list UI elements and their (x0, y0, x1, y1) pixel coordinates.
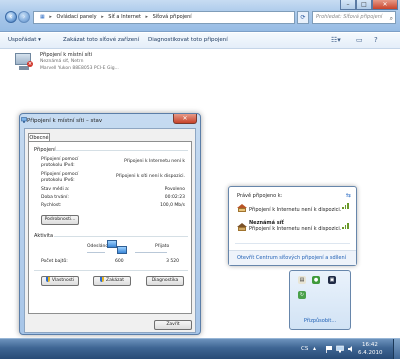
breadcrumb-network-internet[interactable]: Síť a Internet (108, 14, 141, 20)
signal-icon (342, 202, 350, 209)
organize-menu[interactable]: Uspořádat ▾ (8, 37, 41, 43)
bytes-sent-value: 600 (115, 259, 124, 264)
duration-label: Doba trvání: (41, 195, 69, 200)
adapter-item[interactable]: × Připojení k místní síti Neznámá síť, N… (13, 52, 119, 74)
ipv6-value: Připojeni k síti není k dispozici. (116, 174, 185, 179)
clock-time[interactable]: 16:42 (362, 342, 378, 348)
dialog-title: Připojení k místní síti – stav (27, 118, 103, 124)
media-state-label: Stav médi a: (41, 187, 70, 192)
public-network-icon (237, 223, 247, 231)
breadcrumb-control-panel[interactable]: Ovládací panely (56, 14, 96, 20)
network-status-1: Připojení k Internetu není k dispozici. (249, 207, 342, 213)
breadcrumb-separator: ▸ (145, 14, 149, 20)
network-status-2: Připojení k Internetu není k dispozici. (249, 226, 342, 232)
speed-value: 100,0 Mb/s (160, 203, 185, 208)
breadcrumb-separator: ▸ (101, 14, 104, 20)
forward-icon[interactable]: › (18, 11, 30, 23)
volume-icon[interactable] (347, 345, 355, 353)
adapter-device: Marvell Yukon 88E8053 PCI-E Gig... (40, 66, 119, 71)
disable-label: Zakázat (105, 278, 124, 283)
properties-button[interactable]: Vlastnosti (41, 276, 79, 286)
details-button[interactable]: Podrobnosti... (41, 215, 79, 225)
bytes-received-value: 3 520 (166, 259, 179, 264)
search-placeholder: Prohledat: Síťová připojení (316, 14, 383, 20)
sent-label: Odesláno (87, 244, 109, 249)
breadcrumb-separator: ▸ (49, 14, 52, 20)
connection-status-dialog: Připojení k místní síti – stav ✕ Obecné … (19, 113, 201, 335)
flyout-divider (235, 243, 350, 244)
disable-button[interactable]: Zakázat (93, 276, 131, 286)
signal-icon (342, 222, 350, 229)
ipv4-label: Připojení pomocí protokolu IPv4: (41, 157, 79, 168)
group-divider (55, 150, 188, 151)
show-desktop-button[interactable] (393, 339, 400, 359)
maximize-button[interactable]: □ (356, 0, 372, 10)
search-input[interactable]: Prohledat: Síťová připojení ⌕ (312, 11, 396, 24)
computers-icon (107, 240, 133, 258)
shield-icon (45, 277, 50, 282)
security-icon[interactable]: ● (312, 276, 320, 284)
minimize-button[interactable]: – (340, 0, 356, 10)
media-state-value: Povoleno (164, 187, 185, 192)
ipv4-value: Připojeni k Internetu není k (124, 159, 185, 164)
action-center-flag-icon[interactable] (325, 345, 333, 353)
group-divider (34, 270, 188, 271)
language-indicator[interactable]: CS (301, 346, 308, 352)
search-icon[interactable]: ⌕ (390, 13, 393, 23)
received-label: Přijato (155, 244, 170, 249)
connection-group-label: Připojení (34, 147, 56, 153)
diagnose-connection-button[interactable]: Diagnostikovat toto připojení (148, 37, 228, 43)
received-line (135, 252, 167, 253)
close-window-button[interactable]: ✕ (372, 0, 398, 10)
clock-date[interactable]: 6.4.2010 (358, 350, 383, 356)
display-icon[interactable]: ▣ (328, 276, 336, 284)
command-bar: Uspořádat ▾ Zakázat toto síťové zařízení… (0, 33, 400, 49)
shield-icon (99, 277, 104, 282)
bytes-label: Počet bajtů: (41, 259, 68, 264)
back-icon[interactable]: ‹ (5, 11, 17, 23)
properties-label: Vlastnosti (51, 278, 75, 283)
dialog-body: Obecné Připojení Připojení pomocí protok… (24, 128, 196, 333)
show-hidden-icons-icon[interactable]: ▴ (313, 345, 316, 352)
activity-group-label: Aktivita (34, 233, 54, 239)
duration-value: 00:02:23 (164, 195, 185, 200)
flyout-footer: Otevřít Centrum síťových připojení a sdí… (229, 250, 356, 265)
open-network-center-link[interactable]: Otevřít Centrum síťových připojení a sdí… (237, 255, 346, 261)
general-pane: Připojení Připojení pomocí protokolu IPv… (28, 141, 192, 314)
flyout-header: Právě připojeno k: (237, 193, 283, 199)
taskbar: CS ▴ 16:42 6.4.2010 (0, 338, 400, 359)
diagnose-button[interactable]: Diagnostika (146, 276, 184, 286)
clipboard-icon[interactable]: ▤ (298, 276, 306, 284)
sent-line (87, 252, 105, 253)
preview-pane-icon[interactable]: ▭ (356, 36, 363, 44)
help-icon[interactable]: ? (374, 36, 378, 44)
network-tray-icon[interactable] (336, 345, 344, 353)
ipv6-label: Připojení pomocí protokolu IPv6: (41, 172, 79, 183)
adapter-name: Připojení k místní síti (40, 52, 93, 58)
close-button[interactable]: Zavřít (154, 320, 192, 330)
breadcrumb-network-connections[interactable]: Síťová připojení (153, 14, 192, 20)
view-options-icon[interactable]: ☷▾ (331, 36, 341, 44)
refresh-icon[interactable]: ⇆ (346, 192, 351, 199)
network-folder-icon: ▦ (40, 14, 45, 20)
adapter-status: Neznámá síť, Netrn (40, 59, 84, 64)
disable-device-button[interactable]: Zakázat toto síťové zařízení (63, 37, 139, 43)
speed-label: Rychlost: (41, 203, 62, 208)
refresh-icon[interactable]: ⟳ (297, 11, 309, 24)
home-network-icon (237, 204, 247, 212)
network-flyout: Právě připojeno k: ⇆ Připojení k Interne… (228, 186, 357, 266)
disconnected-icon: × (27, 61, 33, 67)
address-bar[interactable]: ▦ ▸ Ovládací panely ▸ Síť a Internet ▸ S… (33, 11, 295, 24)
group-divider (54, 236, 188, 237)
dialog-close-button[interactable]: ✕ (173, 114, 197, 124)
notification-overflow: ▤ ● ▣ ↻ Přizpůsobit... (289, 270, 351, 330)
explorer-titlebar: ‹ › ▦ ▸ Ovládací panely ▸ Síť a Internet… (0, 0, 400, 32)
customize-link[interactable]: Přizpůsobit... (290, 318, 350, 324)
update-icon[interactable]: ↻ (298, 291, 306, 299)
